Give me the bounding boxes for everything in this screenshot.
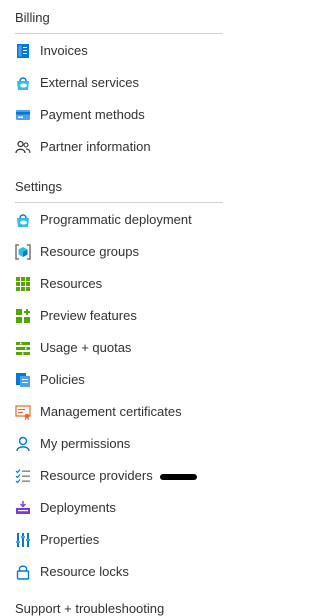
nav-item-payment-methods[interactable]: Payment methods [0, 99, 243, 131]
nav-item-label: Resource locks [40, 564, 129, 579]
nav-item-preview-features[interactable]: Preview features [0, 300, 243, 332]
invoice-icon [17, 44, 29, 58]
resource-providers-icon [15, 469, 30, 484]
programmatic-deployment-icon [17, 214, 29, 227]
nav-item-programmatic-deployment[interactable]: Programmatic deployment [0, 204, 243, 236]
preview-features-icon [16, 309, 30, 323]
billing-section-header: Billing [15, 10, 50, 25]
nav-item-resources[interactable]: Resources [0, 268, 243, 300]
deployments-icon [16, 501, 30, 514]
nav-item-resource-locks[interactable]: Resource locks [0, 556, 243, 588]
nav-item-resource-providers[interactable]: Resource providers [0, 460, 243, 492]
properties-icon [16, 533, 30, 547]
nav-item-label: Programmatic deployment [40, 212, 192, 227]
usage-quotas-icon [16, 342, 30, 355]
nav-item-label: Properties [40, 532, 100, 547]
support-section-header: Support + troubleshooting [15, 601, 165, 616]
nav-item-policies[interactable]: Policies [0, 364, 243, 396]
payment-card-icon [16, 110, 30, 120]
person-icon [16, 436, 30, 452]
nav-item-invoices[interactable]: Invoices [0, 35, 243, 67]
nav-item-label: Resources [40, 276, 103, 291]
nav-item-management-certificates[interactable]: Management certificates [0, 396, 243, 428]
nav-item-properties[interactable]: Properties [0, 524, 243, 556]
nav-item-label: Policies [40, 372, 85, 387]
settings-divider [15, 202, 223, 203]
resources-grid-icon [16, 277, 30, 291]
lock-icon [16, 565, 30, 580]
external-services-icon [17, 77, 29, 90]
redaction-mark [160, 474, 197, 480]
nav-item-label: Preview features [40, 308, 137, 323]
nav-item-label: Resource groups [40, 244, 139, 259]
nav-item-label: Resource providers [40, 468, 153, 483]
nav-item-my-permissions[interactable]: My permissions [0, 428, 243, 460]
nav-item-label: Management certificates [40, 404, 182, 419]
nav-item-label: Partner information [40, 139, 151, 154]
nav-item-label: Usage + quotas [40, 340, 132, 355]
nav-item-resource-groups[interactable]: Resource groups [0, 236, 243, 268]
nav-item-label: External services [40, 75, 139, 90]
policies-icon [16, 373, 30, 387]
nav-item-label: My permissions [40, 436, 131, 451]
nav-item-deployments[interactable]: Deployments [0, 492, 243, 524]
nav-item-label: Invoices [40, 43, 88, 58]
nav-item-external-services[interactable]: External services [0, 67, 243, 99]
nav-item-label: Deployments [40, 500, 116, 515]
settings-section-header: Settings [15, 179, 62, 194]
nav-item-usage-quotas[interactable]: Usage + quotas [0, 332, 243, 364]
resource-groups-icon [15, 244, 31, 260]
nav-item-label: Payment methods [40, 107, 145, 122]
certificate-icon [15, 405, 31, 420]
partner-people-icon [15, 140, 31, 154]
billing-divider [15, 33, 223, 34]
nav-item-partner-information[interactable]: Partner information [0, 131, 243, 163]
